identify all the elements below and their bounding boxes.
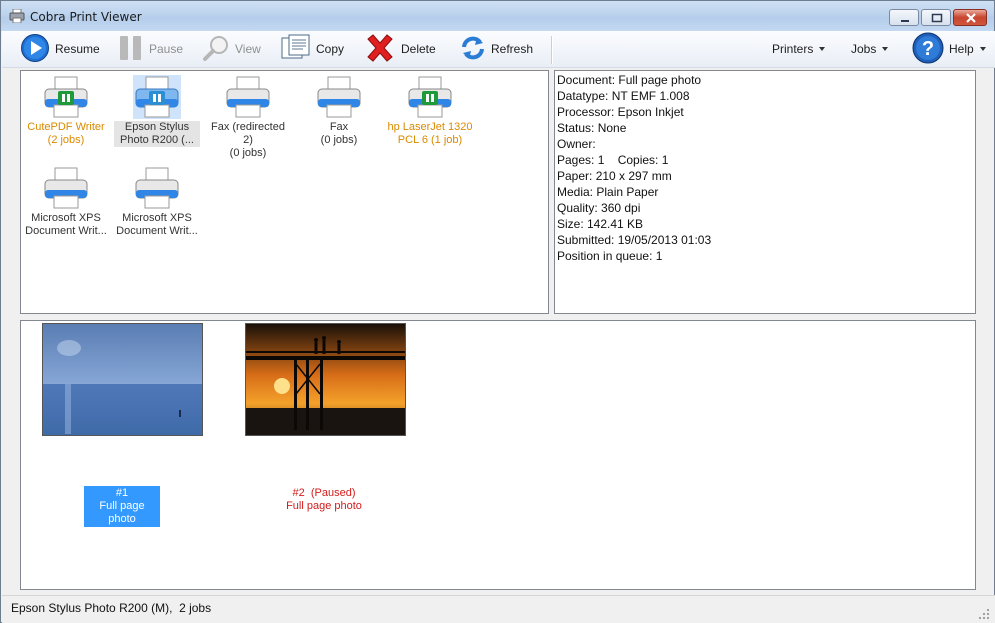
job-thumbnail-pier[interactable] bbox=[245, 323, 406, 436]
printer-label: Microsoft XPS Document Writ... bbox=[25, 212, 107, 237]
copy-icon bbox=[281, 34, 311, 65]
printer-label: Epson Stylus Photo R200 (... bbox=[114, 121, 200, 147]
minimize-button[interactable] bbox=[889, 9, 919, 26]
chevron-down-icon bbox=[882, 47, 889, 51]
printer-paused-icon bbox=[387, 75, 473, 119]
printer-item-fax-redirected[interactable]: Fax (redirected 2) (0 jobs) bbox=[205, 75, 291, 160]
detail-pages-copies: Pages: 1 Copies: 1 bbox=[557, 153, 669, 167]
delete-x-icon bbox=[364, 32, 396, 67]
printer-label: Fax (0 jobs) bbox=[320, 121, 358, 146]
pause-icon bbox=[118, 34, 144, 65]
jobs-menu-button[interactable]: Jobs bbox=[851, 33, 889, 65]
printer-item-hp-laserjet[interactable]: hp LaserJet 1320 PCL 6 (1 job) bbox=[387, 75, 473, 147]
printers-menu-button[interactable]: Printers bbox=[772, 33, 826, 65]
printer-item-xps-1[interactable]: Microsoft XPS Document Writ... bbox=[23, 166, 109, 238]
view-label: View bbox=[235, 42, 261, 56]
chevron-down-icon bbox=[979, 47, 986, 51]
resume-label: Resume bbox=[55, 42, 100, 56]
status-bar: Epson Stylus Photo R200 (M), 2 jobs bbox=[2, 595, 995, 623]
magnifier-icon bbox=[202, 34, 230, 65]
printer-icon bbox=[114, 166, 200, 210]
jobs-menu-label: Jobs bbox=[851, 42, 877, 56]
printers-list: CutePDF Writer (2 jobs) Epson Stylus Photo… bbox=[20, 70, 549, 314]
title-bar[interactable]: Cobra Print Viewer bbox=[1, 1, 994, 31]
job-details-panel: Document: Full page photo Datatype: NT E… bbox=[554, 70, 976, 314]
printer-item-fax[interactable]: Fax (0 jobs) bbox=[296, 75, 382, 147]
app-window: Cobra Print Viewer Resume Pause View Cop… bbox=[0, 0, 995, 623]
detail-owner: Owner: bbox=[557, 137, 596, 151]
toolbar-separator bbox=[551, 36, 553, 64]
pause-button[interactable]: Pause bbox=[118, 33, 183, 65]
detail-size: Size: 142.41 KB bbox=[557, 217, 644, 231]
printer-icon bbox=[205, 75, 291, 119]
printer-item-xps-2[interactable]: Microsoft XPS Document Writ... bbox=[114, 166, 200, 238]
job-number: #1 bbox=[115, 487, 129, 499]
delete-button[interactable]: Delete bbox=[364, 33, 436, 65]
copy-label: Copy bbox=[316, 42, 345, 56]
resume-button[interactable]: Resume bbox=[20, 33, 100, 65]
view-button[interactable]: View bbox=[202, 33, 261, 65]
copy-button[interactable]: Copy bbox=[281, 33, 344, 65]
printer-label: hp LaserJet 1320 PCL 6 (1 job) bbox=[387, 121, 473, 146]
job-thumbnail-beach[interactable] bbox=[42, 323, 203, 436]
close-button[interactable] bbox=[953, 9, 987, 26]
refresh-icon bbox=[460, 35, 486, 64]
printers-menu-label: Printers bbox=[772, 42, 814, 56]
printer-paused-icon bbox=[114, 75, 200, 119]
job-number: #2 (Paused) bbox=[292, 487, 356, 499]
detail-document: Document: Full page photo bbox=[557, 73, 702, 87]
printer-app-icon bbox=[9, 8, 25, 24]
delete-label: Delete bbox=[401, 42, 436, 56]
resize-grip-icon[interactable] bbox=[979, 608, 989, 619]
help-menu-button[interactable]: ? Help bbox=[912, 32, 986, 67]
help-icon: ? bbox=[912, 32, 944, 67]
help-label: Help bbox=[949, 42, 974, 56]
printer-item-epson[interactable]: Epson Stylus Photo R200 (... bbox=[114, 75, 200, 147]
detail-status: Status: None bbox=[557, 121, 627, 135]
job-title: Full page photo bbox=[286, 500, 362, 512]
printer-label: Microsoft XPS Document Writ... bbox=[116, 212, 198, 237]
svg-text:?: ? bbox=[922, 38, 934, 60]
job-item-1-caption[interactable]: #1 Full page photo bbox=[84, 486, 160, 527]
printer-item-cutepdf[interactable]: CutePDF Writer (2 jobs) bbox=[23, 75, 109, 147]
status-text: Epson Stylus Photo R200 (M), 2 jobs bbox=[11, 601, 212, 615]
detail-submitted: Submitted: 19/05/2013 01:03 bbox=[557, 233, 712, 247]
chevron-down-icon bbox=[819, 47, 826, 51]
printer-icon bbox=[296, 75, 382, 119]
printer-label: Fax (redirected 2) (0 jobs) bbox=[211, 121, 285, 159]
pause-label: Pause bbox=[149, 42, 184, 56]
detail-media: Media: Plain Paper bbox=[557, 185, 659, 199]
printer-icon bbox=[23, 166, 109, 210]
jobs-list: #1 Full page photo #2 (Paused) Full page… bbox=[20, 320, 976, 590]
refresh-label: Refresh bbox=[491, 42, 534, 56]
refresh-button[interactable]: Refresh bbox=[460, 33, 533, 65]
detail-processor: Processor: Epson Inkjet bbox=[557, 105, 684, 119]
printer-label: CutePDF Writer (2 jobs) bbox=[27, 121, 105, 146]
detail-position: Position in queue: 1 bbox=[557, 249, 663, 263]
window-title: Cobra Print Viewer bbox=[30, 10, 142, 24]
toolbar: Resume Pause View Copy Delete Refresh Pr… bbox=[2, 31, 995, 68]
job-title: Full page photo bbox=[99, 500, 145, 525]
detail-quality: Quality: 360 dpi bbox=[557, 201, 641, 215]
detail-datatype: Datatype: NT EMF 1.008 bbox=[557, 89, 690, 103]
maximize-button[interactable] bbox=[921, 9, 951, 26]
job-item-2-caption[interactable]: #2 (Paused) Full page photo bbox=[274, 487, 374, 513]
detail-paper: Paper: 210 x 297 mm bbox=[557, 169, 672, 183]
printer-paused-icon bbox=[23, 75, 109, 119]
play-icon bbox=[20, 33, 50, 66]
